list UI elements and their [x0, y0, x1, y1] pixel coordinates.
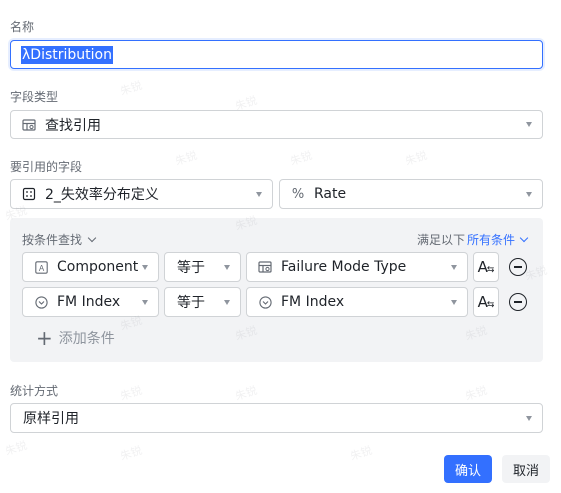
chevron-down-icon	[526, 122, 532, 127]
watermark: 朱锐	[348, 443, 374, 464]
chevron-down-icon	[142, 299, 148, 305]
condition-operator-select[interactable]: 等于	[164, 287, 241, 317]
watermark: 朱锐	[403, 148, 429, 169]
chevron-down-icon	[451, 299, 457, 305]
condition-operator-select[interactable]: 等于	[164, 252, 241, 282]
format-icon: ⇆	[486, 265, 495, 275]
chevron-down-icon	[451, 264, 457, 270]
condition-value-select[interactable]: FM Index	[246, 287, 468, 317]
add-condition-label: 添加条件	[58, 331, 115, 347]
condition-field-value: FM Index	[57, 294, 121, 310]
watermark: 朱锐	[118, 443, 144, 464]
remove-condition-button[interactable]	[509, 293, 527, 311]
stat-select[interactable]: 原样引用	[10, 403, 543, 433]
chevron-down-icon	[142, 264, 148, 270]
conditions-toggle[interactable]: 按条件查找	[22, 231, 99, 248]
stat-value: 原样引用	[23, 411, 79, 427]
remove-condition-button[interactable]	[509, 258, 527, 276]
minus-icon	[514, 301, 522, 303]
chevron-down-icon	[526, 415, 532, 421]
condition-value-text: FM Index	[281, 294, 345, 310]
minus-icon	[514, 266, 522, 268]
condition-operator-value: 等于	[177, 260, 205, 276]
conditions-title: 按条件查找	[22, 233, 83, 247]
field-type-label: 字段类型	[10, 90, 59, 104]
chevron-down-icon	[256, 191, 262, 197]
percent-icon: %	[291, 186, 305, 202]
chevron-down-icon	[526, 191, 532, 197]
name-input[interactable]: λDistribution	[10, 40, 543, 69]
watermark: 朱锐	[288, 148, 314, 169]
chevron-down-icon	[519, 233, 529, 243]
watermark: 朱锐	[463, 383, 489, 404]
field-type-select[interactable]: 查找引用	[10, 110, 543, 139]
chevron-down-icon	[224, 264, 230, 270]
cancel-button[interactable]: 取消	[502, 455, 550, 483]
match-mode-value: 所有条件	[466, 233, 515, 247]
watermark: 朱锐	[173, 148, 199, 169]
chevron-down-icon	[224, 299, 230, 305]
match-prefix: 满足以下	[416, 233, 465, 247]
ref-table-value: 2_失效率分布定义	[45, 187, 159, 203]
svg-text:A: A	[38, 264, 44, 273]
condition-value-text: Failure Mode Type	[281, 259, 407, 275]
table-icon	[21, 186, 37, 202]
ref-field-select[interactable]: % Rate	[279, 179, 543, 209]
ref-table-select[interactable]: 2_失效率分布定义	[10, 179, 273, 209]
condition-operator-value: 等于	[177, 295, 205, 311]
text-field-icon: A	[33, 259, 49, 275]
watermark: 朱锐	[233, 383, 259, 404]
watermark: 朱锐	[118, 383, 144, 404]
name-input-value: λDistribution	[21, 45, 113, 64]
condition-value-select[interactable]: Failure Mode Type	[246, 252, 468, 282]
name-label: 名称	[10, 20, 35, 34]
condition-field-value: Component	[57, 259, 139, 275]
confirm-button[interactable]: 确认	[444, 455, 492, 483]
plus-icon: +	[36, 326, 53, 350]
field-type-value: 查找引用	[45, 117, 101, 134]
circle-chevron-icon	[33, 294, 49, 310]
format-icon: ⇆	[486, 300, 495, 310]
condition-field-select[interactable]: A Component	[22, 252, 159, 282]
text-format-button[interactable]: A ⇆	[473, 287, 499, 317]
match-mode-select[interactable]: 满足以下 所有条件	[417, 231, 531, 248]
watermark: 朱锐	[3, 438, 29, 459]
text-format-button[interactable]: A ⇆	[473, 252, 499, 282]
lookup-field-icon	[21, 117, 37, 133]
condition-field-select[interactable]: FM Index	[22, 287, 159, 317]
ref-field-value: Rate	[314, 186, 347, 202]
circle-chevron-icon	[257, 294, 273, 310]
chevron-down-icon	[87, 233, 97, 243]
ref-field-label: 要引用的字段	[10, 160, 83, 174]
stat-label: 统计方式	[10, 384, 59, 398]
watermark: 朱锐	[118, 78, 144, 99]
lookup-field-icon	[257, 259, 273, 275]
add-condition-button[interactable]: + 添加条件	[36, 328, 115, 348]
